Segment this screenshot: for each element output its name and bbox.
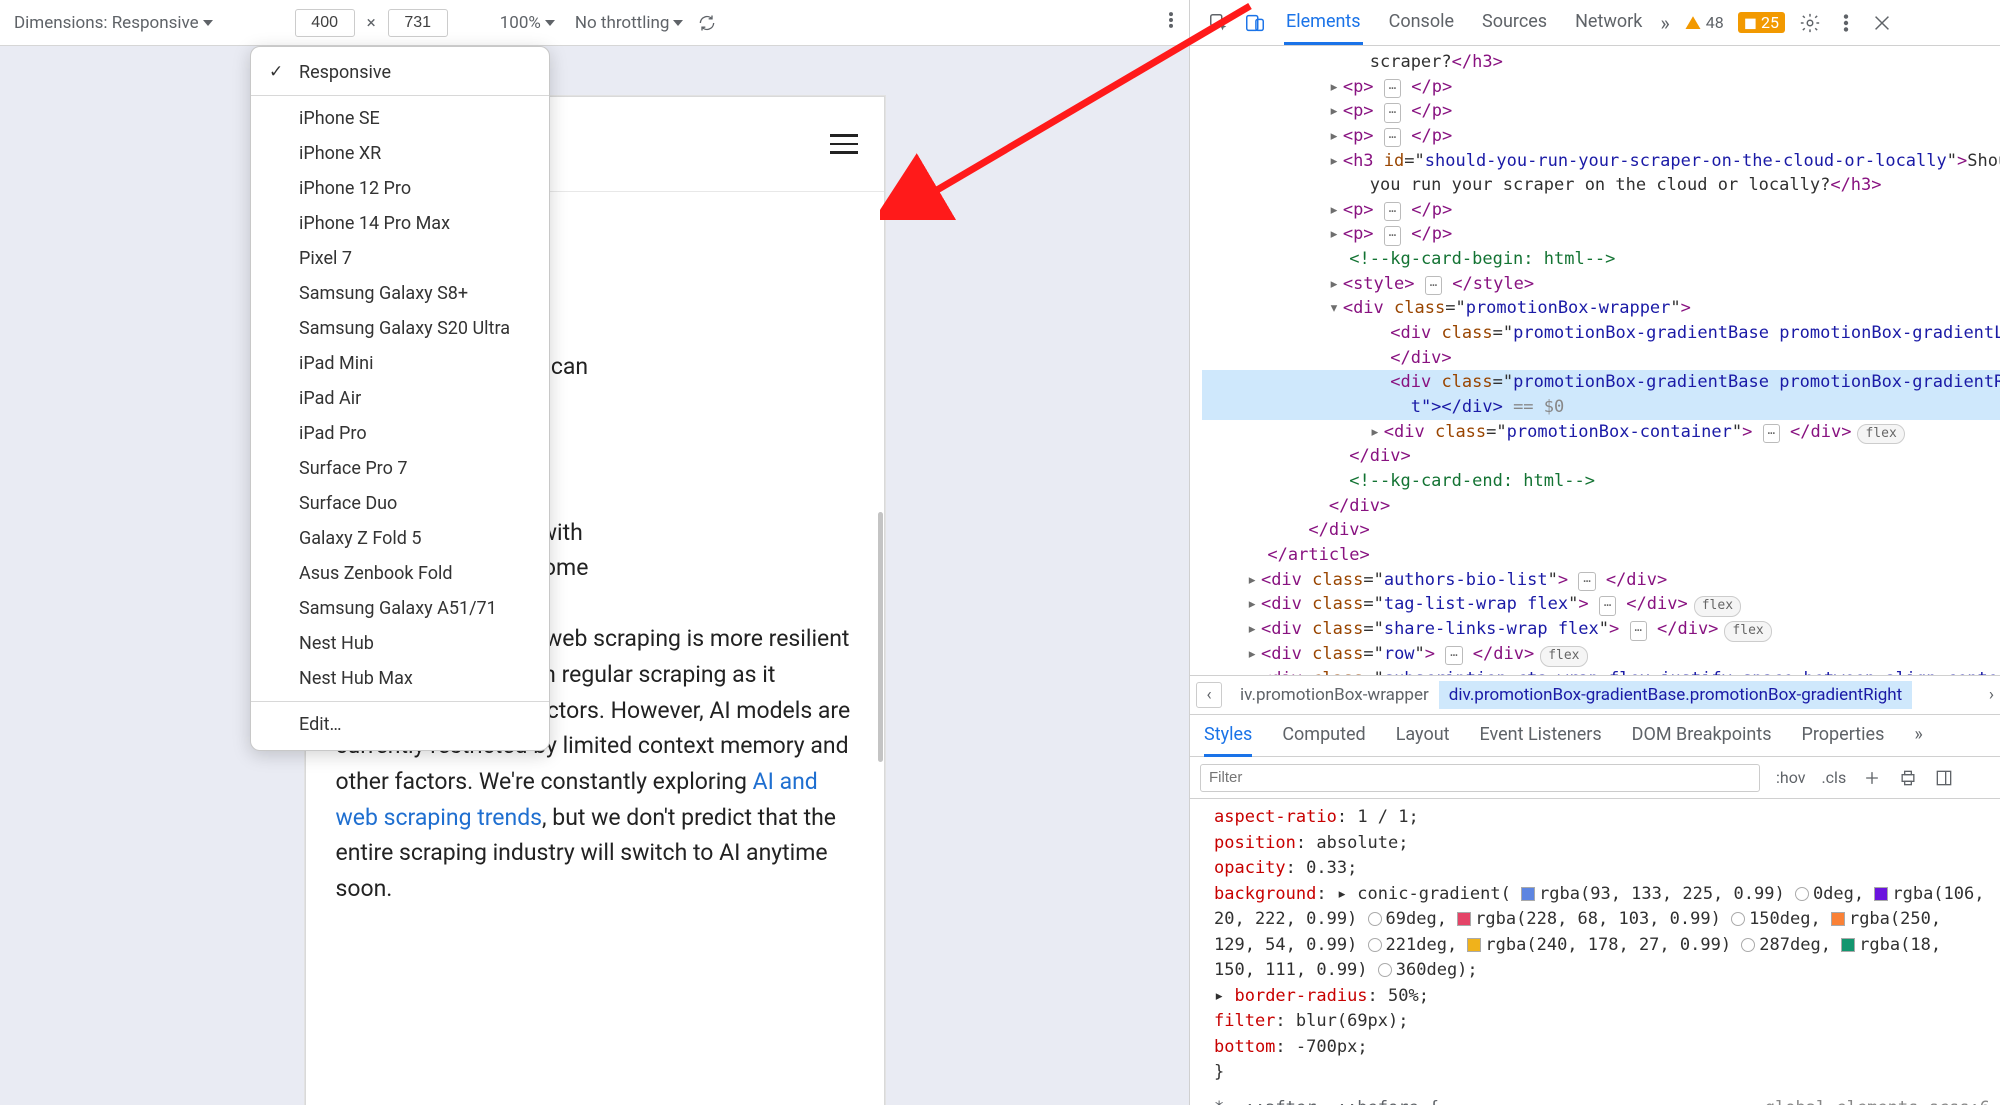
hamburger-menu-icon[interactable] <box>830 134 858 154</box>
styles-subtabs: Styles Computed Layout Event Listeners DOM B… <box>1190 715 2000 757</box>
device-option[interactable]: iPad Air <box>251 381 549 416</box>
height-input[interactable] <box>388 9 448 37</box>
device-option[interactable]: Galaxy Z Fold 5 <box>251 521 549 556</box>
dom-breadcrumbs[interactable]: ‹ iv.promotionBox-wrapper div.promotionB… <box>1190 675 2000 715</box>
styles-subtab[interactable]: Computed <box>1282 715 1365 757</box>
device-list-menu[interactable]: Responsive iPhone SEiPhone XRiPhone 12 Pr… <box>250 46 550 751</box>
breadcrumb-item[interactable]: div.promotionBox-gradientBase.promotionB… <box>1439 681 1912 709</box>
kebab-menu-icon[interactable] <box>1161 10 1181 35</box>
scrollbar[interactable] <box>878 512 883 762</box>
more-subtabs-icon[interactable]: » <box>1914 715 1922 757</box>
issues-badge[interactable]: ◼25 <box>1738 12 1785 33</box>
styles-subtab[interactable]: Event Listeners <box>1480 715 1602 757</box>
chevron-down-icon <box>545 20 555 26</box>
device-viewport-area: ate the process. nplex sites that use ad… <box>0 46 1189 1105</box>
device-option[interactable]: Nest Hub <box>251 626 549 661</box>
device-option[interactable]: Surface Duo <box>251 486 549 521</box>
device-option[interactable]: Surface Pro 7 <box>251 451 549 486</box>
styles-subtab[interactable]: Layout <box>1396 715 1450 757</box>
device-option[interactable]: Pixel 7 <box>251 241 549 276</box>
device-option[interactable]: Responsive <box>251 55 549 90</box>
styles-filter-row: :hov .cls <box>1190 757 2000 799</box>
device-option[interactable]: Samsung Galaxy A51/71 <box>251 591 549 626</box>
devtools-tab-sources[interactable]: Sources <box>1480 1 1549 45</box>
devtools-panel: Elements Console Sources Network » 48 ◼25 s… <box>1190 0 2000 1105</box>
zoom-dropdown[interactable]: 100% <box>494 9 561 37</box>
devtools-tab-network[interactable]: Network <box>1573 1 1644 45</box>
breadcrumb-item[interactable]: iv.promotionBox-wrapper <box>1230 681 1439 709</box>
device-option[interactable]: iPhone 14 Pro Max <box>251 206 549 241</box>
rotate-icon[interactable] <box>697 13 717 33</box>
device-option[interactable]: Asus Zenbook Fold <box>251 556 549 591</box>
css-rules-pane[interactable]: aspect-ratio: 1 / 1;position: absolute;o… <box>1190 799 2000 1105</box>
plus-icon[interactable] <box>1862 768 1882 788</box>
close-icon[interactable] <box>1871 12 1893 34</box>
device-toggle-icon[interactable] <box>1244 12 1266 34</box>
breadcrumb-prev[interactable]: ‹ <box>1196 682 1222 708</box>
hov-toggle[interactable]: :hov <box>1776 768 1805 787</box>
dimensions-label: Dimensions: Responsive <box>14 13 199 33</box>
devtools-tab-console[interactable]: Console <box>1387 1 1456 45</box>
gear-icon[interactable] <box>1799 12 1821 34</box>
more-tabs-icon[interactable]: » <box>1660 11 1669 35</box>
styles-subtab[interactable]: Properties <box>1802 715 1885 757</box>
device-option[interactable]: iPad Pro <box>251 416 549 451</box>
device-option[interactable]: Samsung Galaxy S20 Ultra <box>251 311 549 346</box>
throttling-dropdown[interactable]: No throttling <box>569 9 690 37</box>
chevron-down-icon <box>673 20 683 26</box>
warnings-badge[interactable]: 48 <box>1684 13 1724 32</box>
kebab-menu-icon[interactable] <box>1835 12 1857 34</box>
size-separator: × <box>367 13 376 33</box>
panel-layout-icon[interactable] <box>1934 768 1954 788</box>
device-option[interactable]: iPhone XR <box>251 136 549 171</box>
dimensions-dropdown[interactable]: Dimensions: Responsive <box>8 9 219 37</box>
device-option[interactable]: Samsung Galaxy S8+ <box>251 276 549 311</box>
devtools-toolbar: Elements Console Sources Network » 48 ◼25 <box>1190 0 2000 46</box>
print-icon[interactable] <box>1898 768 1918 788</box>
styles-subtab[interactable]: DOM Breakpoints <box>1632 715 1772 757</box>
device-option[interactable]: iPad Mini <box>251 346 549 381</box>
styles-filter-input[interactable] <box>1200 764 1760 792</box>
device-toolbar: Dimensions: Responsive × 100% No throttl… <box>0 0 1189 46</box>
devtools-tab-elements[interactable]: Elements <box>1284 1 1363 45</box>
inspect-icon[interactable] <box>1208 12 1230 34</box>
device-edit[interactable]: Edit… <box>251 707 549 742</box>
dom-tree[interactable]: scraper?</h3> ▸<p> ⋯ </p> ▸<p> ⋯ </p> ▸<… <box>1190 46 2000 675</box>
styles-subtab[interactable]: Styles <box>1204 715 1252 757</box>
breadcrumb-next[interactable]: › <box>1989 685 1994 705</box>
device-option[interactable]: iPhone SE <box>251 101 549 136</box>
device-option[interactable]: iPhone 12 Pro <box>251 171 549 206</box>
chevron-down-icon <box>203 20 213 26</box>
cls-toggle[interactable]: .cls <box>1821 768 1846 787</box>
device-option[interactable]: Nest Hub Max <box>251 661 549 696</box>
width-input[interactable] <box>295 9 355 37</box>
